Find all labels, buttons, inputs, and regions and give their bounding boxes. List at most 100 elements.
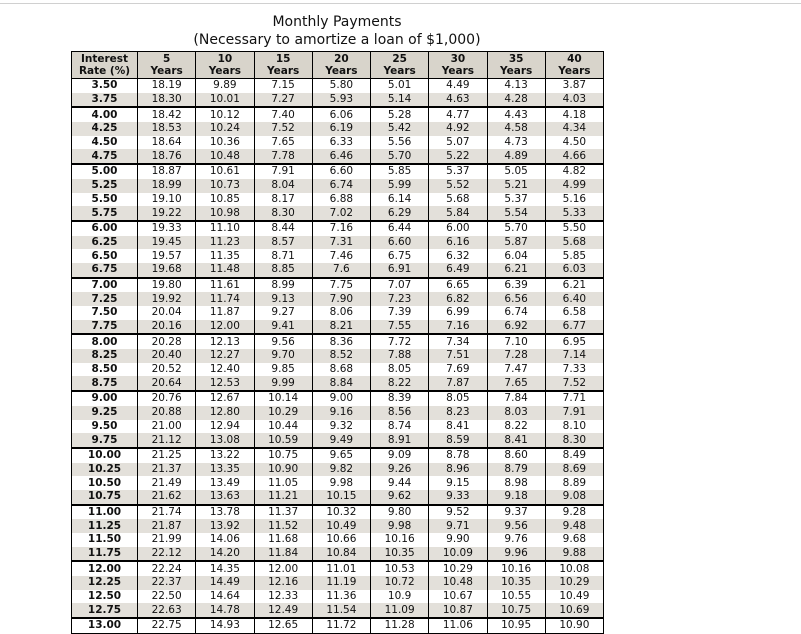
payment-cell: 9.71 — [428, 519, 488, 533]
column-header-line: Rate (%) — [78, 65, 131, 77]
payment-cell: 7.14 — [544, 349, 605, 363]
payment-cell: 9.65 — [311, 446, 372, 463]
payment-cell: 6.58 — [544, 306, 605, 320]
interest-rate-cell: 8.75 — [71, 376, 138, 392]
payment-cell: 21.49 — [136, 476, 197, 490]
payment-cell: 8.49 — [544, 446, 605, 463]
payment-cell: 8.22 — [369, 376, 430, 392]
payment-cell: 6.04 — [486, 249, 546, 263]
interest-rate-cell: 11.00 — [71, 503, 138, 520]
payment-cell: 10.73 — [195, 178, 255, 193]
payment-cell: 10.08 — [544, 560, 605, 577]
payment-cell: 12.33 — [253, 589, 313, 604]
payment-cell: 10.35 — [486, 576, 546, 590]
column-header: 20 Years — [311, 51, 372, 79]
payment-cell: 8.57 — [253, 235, 313, 250]
table-row: 8.00 20.28 12.13 9.56 8.36 7.72 7.34 7.10 6.95 — [71, 333, 605, 350]
payment-cell: 8.05 — [369, 362, 430, 377]
payment-cell: 10.90 — [253, 462, 313, 477]
payment-cell: 20.16 — [136, 319, 197, 335]
payment-cell: 19.10 — [136, 192, 197, 207]
payment-cell: 4.03 — [544, 92, 605, 108]
table-row: 12.25 22.37 14.49 12.16 11.19 10.72 10.48 10.35… — [71, 576, 605, 590]
payment-cell: 8.98 — [486, 476, 546, 490]
payment-cell: 6.19 — [311, 122, 372, 136]
table-row: 5.75 19.22 10.98 8.30 7.02 6.29 5.84 5.54 5.33 — [71, 206, 605, 221]
payment-cell: 8.06 — [311, 306, 372, 320]
table-row: 11.25 21.87 13.92 11.52 10.49 9.98 9.71 9.56 9.4… — [71, 519, 605, 533]
payment-cell: 6.44 — [369, 219, 430, 236]
payment-cell: 6.40 — [544, 292, 605, 306]
payment-cell: 9.76 — [486, 533, 546, 547]
payment-cell: 7.46 — [311, 249, 372, 263]
payment-cell: 4.43 — [486, 106, 546, 123]
payment-cell: 19.57 — [136, 249, 197, 263]
payment-cell: 7.78 — [253, 149, 313, 165]
payment-cell: 7.91 — [253, 163, 313, 179]
payment-cell: 10.69 — [544, 603, 605, 619]
payment-cell: 18.76 — [136, 149, 197, 165]
payment-cell: 10.16 — [369, 533, 430, 547]
column-header-line: 40 — [567, 53, 582, 65]
payment-cell: 5.52 — [428, 178, 488, 193]
column-header-line: 10 — [217, 53, 233, 65]
interest-rate-cell: 4.25 — [71, 122, 138, 136]
payment-cell: 7.23 — [369, 292, 430, 306]
payment-cell: 20.28 — [136, 333, 197, 350]
interest-rate-cell: 8.50 — [71, 362, 138, 377]
payment-cell: 9.41 — [253, 319, 313, 335]
payment-cell: 7.34 — [428, 333, 488, 350]
payment-cell: 14.49 — [195, 576, 255, 590]
payment-cell: 12.16 — [253, 576, 313, 590]
table-row: 12.50 22.50 14.64 12.33 11.36 10.9 10.67 10.55 1… — [71, 589, 605, 604]
column-header-line: Years — [499, 65, 533, 77]
payment-cell: 6.92 — [486, 319, 546, 335]
payment-cell: 9.32 — [311, 419, 372, 434]
column-header-line: Years — [266, 65, 300, 77]
payment-cell: 8.21 — [311, 319, 372, 335]
payment-cell: 7.16 — [428, 319, 488, 335]
interest-rate-cell: 9.00 — [71, 390, 138, 406]
table-row: 9.50 21.00 12.94 10.44 9.32 8.74 8.41 8.22 8.10 — [71, 419, 605, 434]
payment-cell: 10.66 — [311, 533, 372, 547]
payment-cell: 5.93 — [311, 92, 372, 108]
table-row: 5.50 19.10 10.85 8.17 6.88 6.14 5.68 5.37 5.16 — [71, 192, 605, 207]
payment-cell: 7.28 — [486, 349, 546, 363]
payment-cell: 11.54 — [311, 603, 372, 619]
payment-cell: 8.71 — [253, 249, 313, 263]
payment-cell: 4.58 — [486, 122, 546, 136]
payment-cell: 11.36 — [311, 589, 372, 604]
payment-cell: 6.33 — [311, 135, 372, 150]
table-row: 12.00 22.24 14.35 12.00 11.01 10.53 10.29 10.16… — [71, 560, 605, 577]
payment-cell: 7.10 — [486, 333, 546, 350]
column-header-line: 5 — [162, 53, 171, 65]
payment-cell: 6.75 — [369, 249, 430, 263]
payment-cell: 10.55 — [486, 589, 546, 604]
payment-cell: 14.78 — [195, 603, 255, 619]
table-row: 4.75 18.76 10.48 7.78 6.46 5.70 5.22 4.89 4.66 — [71, 149, 605, 165]
column-header-line: 35 — [508, 53, 524, 65]
payment-cell: 9.89 — [195, 78, 255, 93]
payment-cell: 9.48 — [544, 519, 605, 533]
payment-cell: 18.64 — [136, 135, 197, 150]
column-header-line: 15 — [275, 53, 291, 65]
payment-cell: 7.02 — [311, 206, 372, 221]
interest-rate-cell: 5.00 — [71, 163, 138, 179]
payment-cell: 12.67 — [195, 390, 255, 406]
table-row: 10.00 21.25 13.22 10.75 9.65 9.09 8.78 8.60 8.49 — [71, 446, 605, 463]
table-row: 4.50 18.64 10.36 7.65 6.33 5.56 5.07 4.73 4.50 — [71, 135, 605, 150]
interest-rate-cell: 13.00 — [71, 617, 138, 634]
header-row: Interest Rate (%) 5 Years 10 Years 15 Years 20 Ye… — [71, 51, 605, 79]
payment-cell: 5.85 — [369, 163, 430, 179]
payment-cell: 9.33 — [428, 489, 488, 505]
payment-cell: 9.44 — [369, 476, 430, 490]
payment-cell: 13.35 — [195, 462, 255, 477]
payment-cell: 10.36 — [195, 135, 255, 150]
payment-cell: 12.53 — [195, 376, 255, 392]
payment-cell: 5.21 — [486, 178, 546, 193]
payment-cell: 6.99 — [428, 306, 488, 320]
payment-cell: 8.84 — [311, 376, 372, 392]
payment-cell: 20.88 — [136, 405, 197, 420]
table-row: 13.00 22.75 14.93 12.65 11.72 11.28 11.06 10.95… — [71, 617, 605, 634]
column-header: Interest Rate (%) — [71, 51, 138, 79]
